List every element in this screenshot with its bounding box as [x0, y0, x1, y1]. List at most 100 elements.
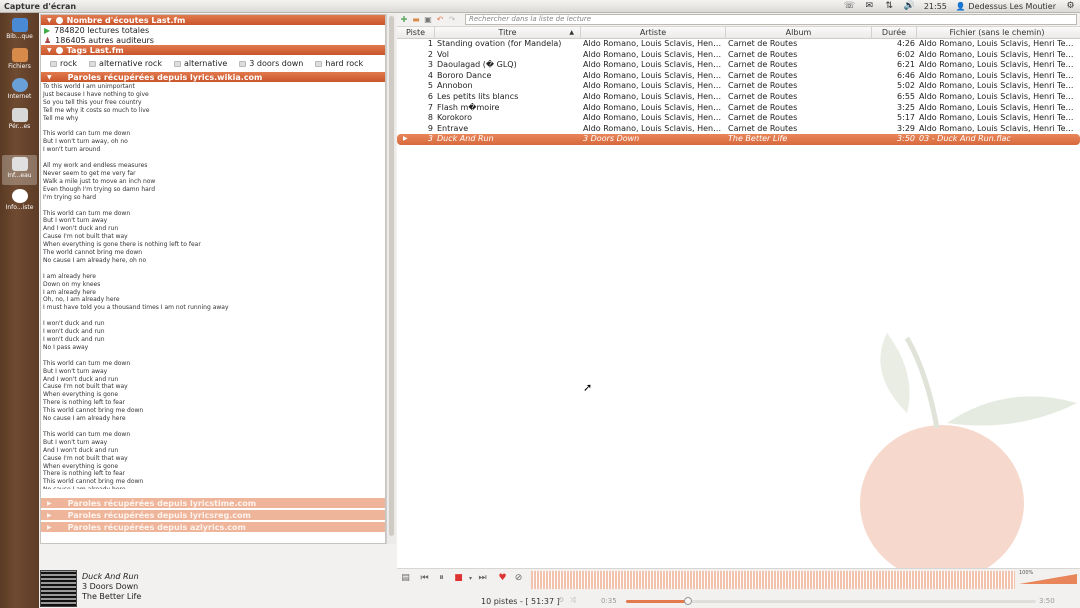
column-file[interactable]: Fichier (sans le chemin)	[917, 27, 1077, 38]
cell-title: Daoulagad (� GLQ)	[437, 60, 517, 70]
table-row[interactable]: 5 Annobon Aldo Romano, Louis Sclavis, Henr…	[397, 81, 1080, 92]
next-button[interactable]: ⏭	[477, 573, 488, 584]
table-row[interactable]: 9 Entrave Aldo Romano, Louis Sclavis, Henr…	[397, 124, 1080, 135]
tag[interactable]: alternative rock	[86, 59, 165, 68]
tag-label: 3 doors down	[249, 59, 304, 68]
column-duration[interactable]: Durée	[872, 27, 917, 38]
cell-artist: Aldo Romano, Louis Sclavis, Henri T...	[583, 123, 726, 133]
redo-icon[interactable]: ↷	[447, 15, 457, 25]
save-icon[interactable]: ▣	[423, 15, 433, 25]
azlyrics-header[interactable]: ▶ Paroles récupérées depuis azlyrics.com	[41, 522, 385, 532]
cell-track: 6	[427, 91, 433, 101]
ban-icon[interactable]: ⊘	[513, 573, 524, 584]
table-row[interactable]: 8 Korokoro Aldo Romano, Louis Sclavis, Hen…	[397, 113, 1080, 124]
previous-button[interactable]: ⏮	[419, 573, 430, 584]
undo-icon[interactable]: ↶	[435, 15, 445, 25]
lyricstime-header[interactable]: ▶ Paroles récupérées depuis lyricstime.co…	[41, 498, 385, 508]
album-cover[interactable]	[40, 570, 77, 607]
gear-icon[interactable]: ⚙	[1065, 1, 1076, 11]
tag[interactable]: rock	[47, 59, 80, 68]
sidebar: Bib...que Fichiers Internet Pér...es Inf…	[0, 13, 39, 608]
network-icon[interactable]: ⇅	[884, 1, 895, 11]
cell-duration: 6:55	[897, 91, 915, 101]
cell-title: Duck And Run	[437, 134, 494, 144]
sidebar-item-library[interactable]: Bib...que	[2, 16, 37, 46]
sidebar-item-artist-info[interactable]: Info...iste	[2, 187, 37, 217]
column-artist[interactable]: Artiste	[581, 27, 726, 38]
cell-artist: Aldo Romano, Louis Sclavis, Henri T...	[583, 60, 726, 70]
cell-title: Annobon	[437, 81, 473, 91]
playlist-summary: 10 pistes - [ 51:37 ]	[481, 597, 560, 606]
shuffle-icon[interactable]: ⤨	[567, 595, 578, 606]
cell-title: Les petits lits blancs	[437, 91, 519, 101]
repeat-icon[interactable]: ⟲	[555, 595, 566, 606]
cell-album: Carnet de Routes	[728, 81, 798, 91]
lastfm-listens-header[interactable]: ▼ Nombre d'écoutes Last.fm	[41, 15, 385, 25]
column-title[interactable]: Titre ▲	[435, 27, 581, 38]
device-icon	[11, 108, 28, 122]
cell-artist: Aldo Romano, Louis Sclavis, Henri T...	[583, 49, 726, 59]
user-menu[interactable]: 👤 Dedessus Les Moutier	[956, 2, 1056, 11]
pause-button[interactable]: ⏸	[436, 573, 447, 584]
volume-level: 100%	[1019, 570, 1034, 576]
love-heart-icon[interactable]: ♥	[497, 573, 508, 584]
tag[interactable]: alternative	[171, 59, 230, 68]
open-folder-icon[interactable]: ▬	[411, 15, 421, 25]
column-album[interactable]: Album	[726, 27, 872, 38]
info-scrollbar[interactable]	[386, 14, 396, 544]
table-row[interactable]: 1 Standing ovation (for Mandela) Aldo Roma…	[397, 39, 1080, 50]
new-playlist-icon[interactable]: ✚	[399, 15, 409, 25]
table-row[interactable]: 3 Daoulagad (� GLQ) Aldo Romano, Louis Scl…	[397, 60, 1080, 71]
lyrics-wikia-header[interactable]: ▼ Paroles récupérées depuis lyrics.wikia.…	[41, 72, 385, 82]
globe-icon	[11, 78, 28, 92]
seek-handle[interactable]	[684, 597, 693, 605]
cell-album: Carnet de Routes	[728, 70, 798, 80]
playlist-search-input[interactable]: Rechercher dans la liste de lecture	[465, 14, 1077, 25]
sidebar-item-label: Internet	[7, 93, 32, 100]
cell-artist: Aldo Romano, Louis Sclavis, Henri T...	[583, 70, 726, 80]
phone-icon[interactable]: ☏	[844, 1, 855, 11]
table-row[interactable]: 2 Vol Aldo Romano, Louis Sclavis, Henri T.…	[397, 50, 1080, 61]
cell-file: Aldo Romano, Louis Sclavis, Henri Texie.…	[919, 49, 1077, 59]
volume-slider[interactable]: 100%	[1019, 570, 1077, 584]
watermark-stem	[904, 336, 940, 429]
seek-bar[interactable]	[626, 597, 1036, 605]
mail-icon[interactable]: ✉	[864, 1, 875, 11]
table-row[interactable]: 6 Les petits lits blancs Aldo Romano, Loui…	[397, 92, 1080, 103]
lastfm-tags-header[interactable]: ▼ Tags Last.fm	[41, 45, 385, 55]
sidebar-item-devices[interactable]: Pér...es	[2, 106, 37, 136]
clock[interactable]: 21:55	[924, 2, 947, 11]
cell-artist: Aldo Romano, Louis Sclavis, Henri T...	[583, 102, 726, 112]
sidebar-item-internet[interactable]: Internet	[2, 76, 37, 106]
tag[interactable]: hard rock	[312, 59, 366, 68]
sidebar-item-song-info[interactable]: Inf...eau	[2, 155, 37, 185]
table-row-playing[interactable]: 3 Duck And Run 3 Doors Down The Better Life…	[397, 134, 1080, 145]
stop-menu-chevron-icon[interactable]: ▾	[465, 573, 476, 584]
section-title: Nombre d'écoutes Last.fm	[66, 15, 186, 25]
tag-icon	[239, 60, 247, 67]
cell-duration: 6:02	[897, 49, 915, 59]
now-playing-widget[interactable]: Duck And Run 3 Doors Down The Better Lif…	[40, 568, 396, 608]
table-row[interactable]: 4 Bororo Dance Aldo Romano, Louis Sclavis,…	[397, 71, 1080, 82]
cell-artist: Aldo Romano, Louis Sclavis, Henri T...	[583, 113, 726, 123]
column-track[interactable]: Piste	[397, 27, 435, 38]
table-row[interactable]: 7 Flash m�moire Aldo Romano, Louis Sclavis…	[397, 103, 1080, 114]
cell-album: Carnet de Routes	[728, 91, 798, 101]
tag-label: rock	[60, 59, 78, 68]
stop-button[interactable]: ■	[453, 573, 464, 584]
tag-label: alternative	[183, 59, 228, 68]
cell-file: Aldo Romano, Louis Sclavis, Henri Texie.…	[919, 70, 1077, 80]
volume-icon[interactable]: 🔊	[904, 1, 915, 11]
scrollbar-thumb[interactable]	[389, 16, 394, 536]
section-title: Paroles récupérées depuis azlyrics.com	[67, 522, 246, 532]
sidebar-item-files[interactable]: Fichiers	[2, 46, 37, 76]
cell-file: 03 - Duck And Run.flac	[919, 134, 1011, 144]
lyricsreg-header[interactable]: ▶ Paroles récupérées depuis lyricsreg.com	[41, 510, 385, 520]
tag[interactable]: 3 doors down	[236, 59, 306, 68]
cell-album: Carnet de Routes	[728, 123, 798, 133]
spectrum-analyzer[interactable]	[531, 571, 1015, 589]
tag-icon	[315, 60, 323, 67]
cell-file: Aldo Romano, Louis Sclavis, Henri Texie.…	[919, 113, 1077, 123]
playlist-menu-icon[interactable]: ▤	[400, 573, 411, 584]
cell-title: Entrave	[437, 123, 469, 133]
